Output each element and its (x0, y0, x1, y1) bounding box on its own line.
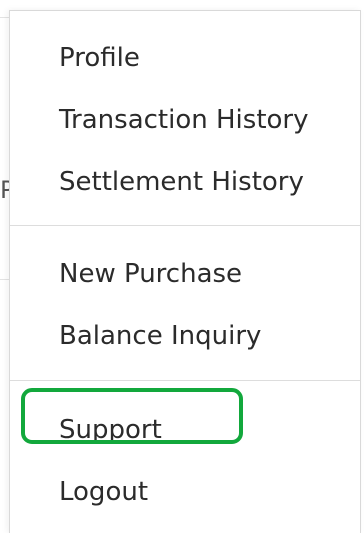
menu-item-label: Profile (59, 43, 140, 73)
menu-item-label: Transaction History (59, 105, 309, 135)
menu-item-label: Support (59, 415, 162, 445)
menu-item-logout[interactable]: Logout (10, 463, 360, 521)
menu-item-new-purchase[interactable]: New Purchase (10, 245, 360, 303)
menu-item-profile[interactable]: Profile (10, 29, 360, 87)
menu-item-transaction-history[interactable]: Transaction History (10, 91, 360, 149)
menu-divider (10, 380, 360, 381)
menu-item-balance-inquiry[interactable]: Balance Inquiry (10, 307, 360, 365)
user-dropdown-menu: Profile Transaction History Settlement H… (9, 10, 361, 533)
menu-divider (10, 225, 360, 226)
menu-item-label: Settlement History (59, 167, 304, 197)
menu-item-label: Balance Inquiry (59, 321, 262, 351)
menu-item-support[interactable]: Support (10, 401, 360, 459)
menu-item-label: New Purchase (59, 259, 243, 289)
menu-item-label: Logout (59, 477, 149, 507)
menu-item-settlement-history[interactable]: Settlement History (10, 153, 360, 211)
